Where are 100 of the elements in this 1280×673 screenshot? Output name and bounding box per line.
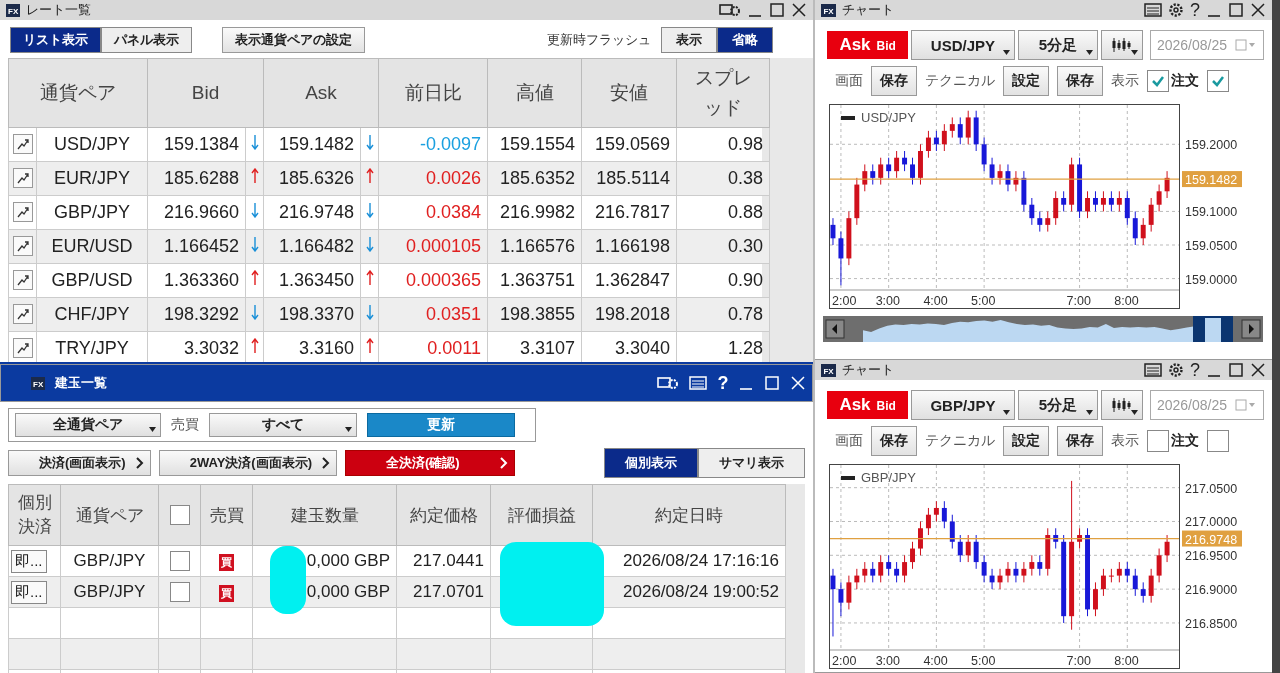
table-cell: GBP/JPY — [36, 195, 148, 230]
tick-label: 217.0500 — [1185, 481, 1238, 496]
help-button[interactable]: ? — [1190, 1, 1200, 19]
current-price-label: 216.9748 — [1182, 530, 1243, 547]
refresh-button[interactable]: 更新 — [367, 413, 515, 437]
tick-label: 2:00 — [832, 294, 857, 308]
save-button[interactable]: 保存 — [1057, 426, 1104, 456]
tick-label: 3:00 — [876, 294, 901, 308]
app-badge: FX — [821, 3, 836, 17]
timeframe-dropdown[interactable]: 5分足 — [1017, 30, 1098, 60]
column-header: 売買 — [209, 505, 244, 525]
table-cell: 198.3370 — [263, 297, 361, 332]
table-cell: 0.30 — [676, 229, 770, 264]
table-cell: 1.166482 — [263, 229, 361, 264]
table-cell: 216.7817 — [581, 195, 677, 230]
table-cell: EUR/JPY — [36, 161, 148, 196]
price-toggle[interactable]: Ask Bid — [827, 391, 908, 419]
price-toggle[interactable]: Ask Bid — [827, 31, 908, 59]
side-dropdown[interactable]: すべて — [209, 413, 357, 437]
save-button[interactable]: 保存 — [871, 66, 918, 96]
table-cell: 0.0026 — [378, 161, 488, 196]
save-button[interactable]: 保存 — [1057, 66, 1104, 96]
tick-label: 4:00 — [923, 294, 949, 308]
view-tab[interactable]: サマリ表示 — [698, 448, 806, 478]
table-cell: 1.363450 — [263, 263, 361, 298]
column-header: Ask — [263, 58, 379, 128]
help-button[interactable]: ? — [1190, 361, 1200, 379]
technical-label: テクニカル — [925, 432, 996, 450]
settings-button[interactable]: 設定 — [1003, 66, 1050, 96]
table-cell: EUR/USD — [36, 229, 148, 264]
tick-label: 4:00 — [923, 654, 949, 668]
technical-label: テクニカル — [925, 72, 996, 90]
tick-label: 3:00 — [876, 654, 901, 668]
table-cell: 216.9982 — [487, 195, 582, 230]
tick-label: 5:00 — [971, 654, 996, 668]
table-cell: 216.9660 — [147, 195, 246, 230]
table-cell: GBP/USD — [36, 263, 148, 298]
table-cell: -0.0097 — [378, 127, 488, 162]
pair-dropdown[interactable]: GBP/JPY — [910, 390, 1015, 420]
tick-label: 5:00 — [971, 294, 996, 308]
table-cell: 0.90 — [676, 263, 770, 298]
side-badge: 買 — [219, 585, 234, 602]
table-cell: 159.1554 — [487, 127, 582, 162]
column-header: スプレッド — [676, 58, 770, 128]
table-cell: 0.78 — [676, 297, 770, 332]
window-title: 建玉一覧 — [55, 374, 108, 392]
view-tab[interactable]: 個別表示 — [604, 448, 699, 478]
table-cell: 198.3292 — [147, 297, 246, 332]
window-title: チャート — [841, 361, 894, 379]
app-badge: FX — [31, 376, 46, 390]
table-cell: 1.363751 — [487, 263, 582, 298]
table-cell: 0.0351 — [378, 297, 488, 332]
view-tab[interactable]: リスト表示 — [10, 27, 101, 53]
table-cell: GBP/JPY — [60, 545, 159, 577]
window-title: チャート — [841, 1, 894, 19]
table-cell: 159.0569 — [581, 127, 677, 162]
column-header: 個別決済 — [17, 493, 52, 536]
table-cell: 217.0701 — [396, 576, 491, 608]
table-cell: 1.362847 — [581, 263, 677, 298]
tick-label: 159.0000 — [1185, 272, 1238, 287]
display-label: 表示 — [1111, 72, 1140, 90]
tick-label: 216.9500 — [1185, 549, 1238, 564]
column-header: 安値 — [581, 58, 677, 128]
timeframe-dropdown[interactable]: 5分足 — [1017, 390, 1098, 420]
table-cell: 0.000105 — [378, 229, 488, 264]
pair-dropdown[interactable]: 全通貨ペア — [15, 413, 161, 437]
table-cell: 217.0441 — [396, 545, 491, 577]
help-button[interactable]: ? — [717, 374, 729, 392]
column-header: Bid — [147, 58, 264, 128]
flash-option[interactable]: 表示 — [661, 27, 718, 53]
table-cell: 1.166452 — [147, 229, 246, 264]
table-cell: 159.1482 — [263, 127, 361, 162]
settle-button[interactable]: 即... — [11, 549, 47, 573]
side-badge: 買 — [219, 554, 234, 571]
table-cell: 185.6288 — [147, 161, 246, 196]
table-cell: 216.9748 — [263, 195, 361, 230]
tick-label: 2:00 — [832, 654, 857, 668]
table-cell: USD/JPY — [36, 127, 148, 162]
column-header: 評価損益 — [507, 505, 576, 525]
flash-label: 更新時フラッシュ — [547, 31, 652, 49]
table-cell: GBP/JPY — [60, 576, 159, 608]
chart-title: GBP/JPY — [861, 470, 917, 485]
pair-settings-button[interactable]: 表示通貨ペアの設定 — [222, 27, 365, 53]
settle-button[interactable]: 即... — [11, 580, 47, 604]
tick-label: 159.0500 — [1185, 239, 1238, 253]
table-cell: 185.5114 — [581, 161, 677, 196]
settings-button[interactable]: 設定 — [1003, 426, 1050, 456]
current-price-label: 159.1482 — [1182, 171, 1243, 188]
pair-dropdown[interactable]: USD/JPY — [910, 30, 1015, 60]
action-button[interactable]: 全決済(確認) — [345, 450, 515, 476]
action-button[interactable]: 2WAY決済(画面表示) — [158, 450, 337, 476]
screen-label: 画面 — [835, 72, 864, 90]
flash-option[interactable]: 省略 — [717, 27, 774, 53]
view-tab[interactable]: パネル表示 — [101, 27, 192, 53]
app-badge: FX — [6, 3, 21, 17]
save-button[interactable]: 保存 — [871, 426, 918, 456]
table-cell: 159.1384 — [147, 127, 246, 162]
table-cell: CHF/JPY — [36, 297, 148, 332]
action-button[interactable]: 決済(画面表示) — [8, 450, 151, 476]
screen-label: 画面 — [835, 432, 864, 450]
